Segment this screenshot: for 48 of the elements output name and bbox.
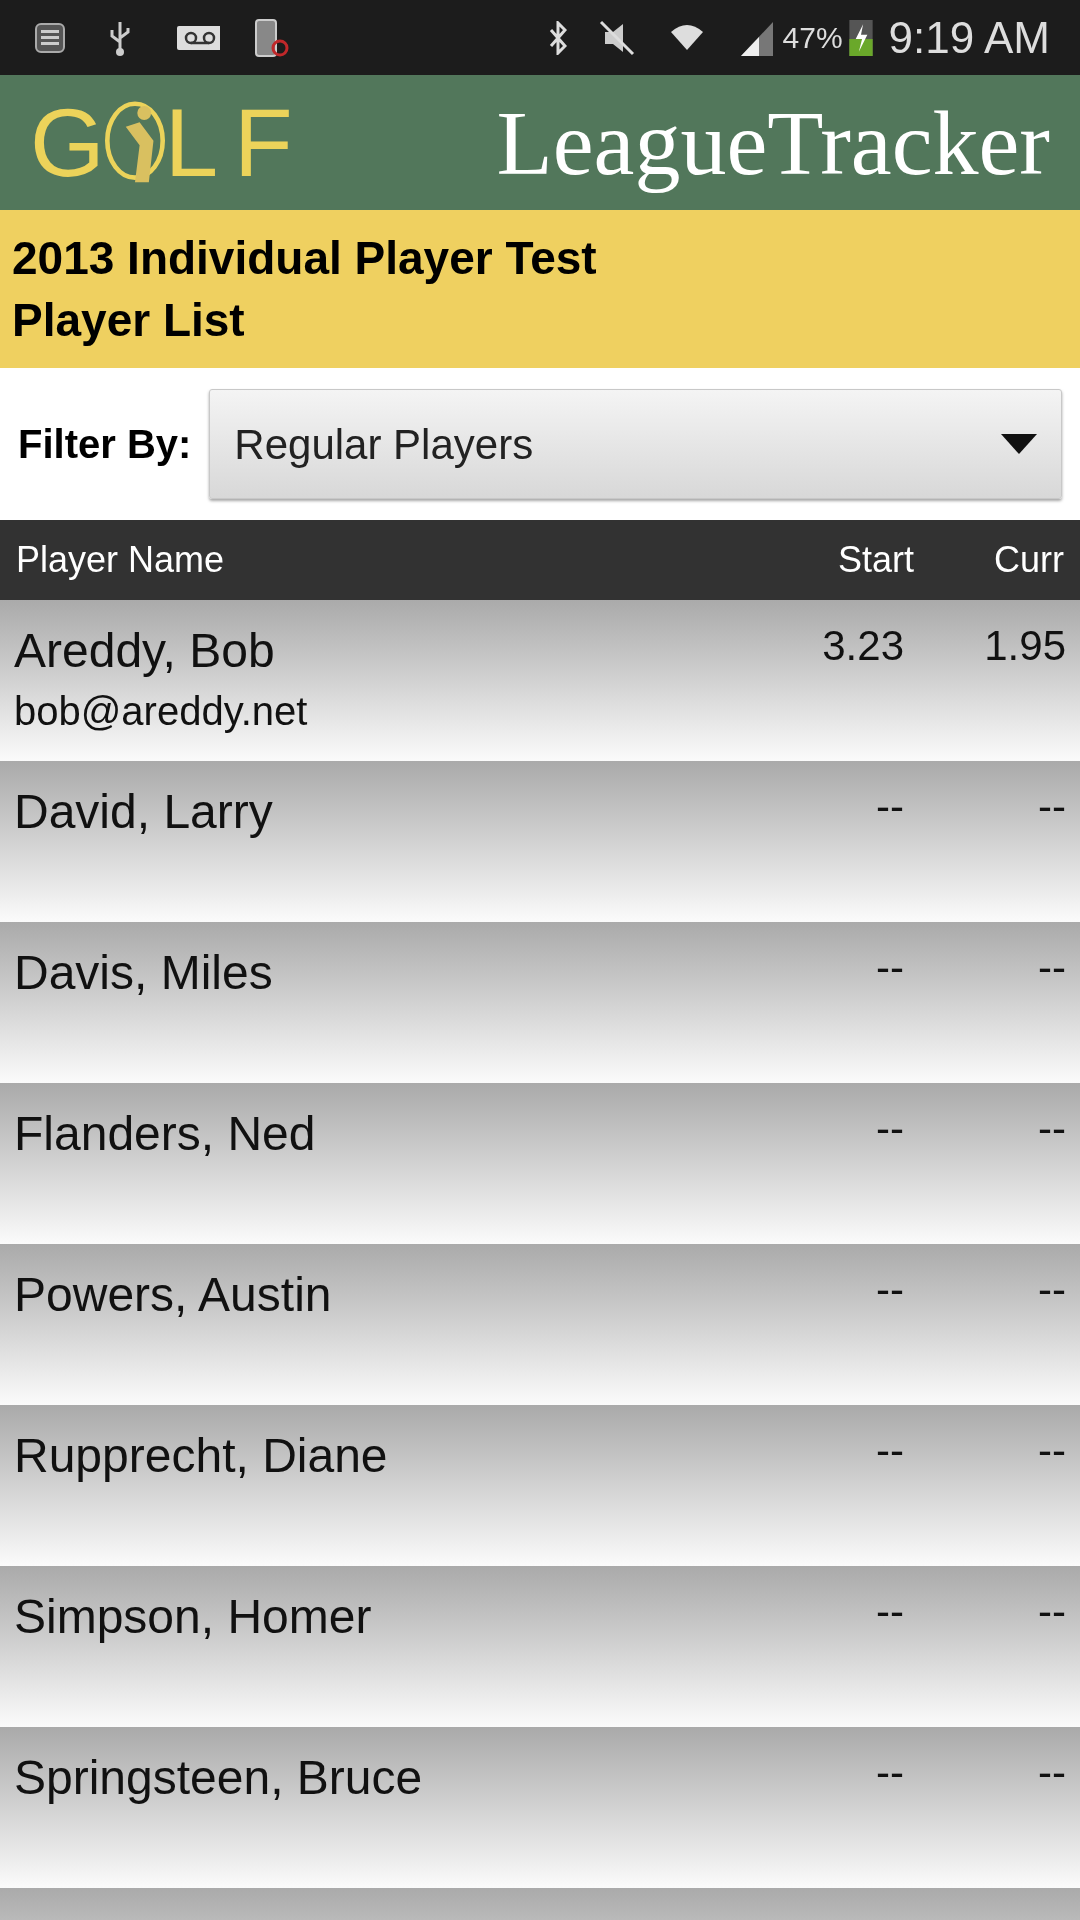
filter-label: Filter By: [18,421,192,468]
league-title: 2013 Individual Player Test [12,231,598,286]
player-row[interactable]: Davis, Miles -- -- [0,922,1080,1083]
logo-letters: LF [164,94,309,191]
clock: 9:19 AM [888,11,1050,64]
curr-value: -- [1037,1748,1066,1798]
battery-icon [848,19,873,56]
start-value: -- [875,1104,905,1154]
curr-value: -- [1037,1426,1066,1476]
player-name: Simpson, Homer [14,1589,373,1645]
player-name: Flanders, Ned [14,1106,317,1162]
column-header: Start [836,538,914,582]
column-header: Player Name [16,538,226,582]
curr-value: 1.95 [983,621,1066,671]
player-name: David, Larry [14,784,274,840]
bluetooth-icon [548,20,567,55]
logo-letter: G [30,94,105,191]
player-row[interactable]: Areddy, Bob bob@areddy.net 3.23 1.95 [0,600,1080,761]
player-email: bob@areddy.net [14,688,309,735]
player-name: Powers, Austin [14,1267,333,1323]
start-value: -- [875,943,905,993]
start-value: -- [875,1587,905,1637]
player-row[interactable]: Flanders, Ned -- -- [0,1083,1080,1244]
curr-value: -- [1037,782,1066,832]
app-title: LeagueTracker [496,90,1050,196]
start-value: 3.23 [821,621,905,671]
start-value: -- [875,1748,905,1798]
player-row[interactable]: David, Larry -- -- [0,761,1080,922]
player-row[interactable]: Rupprecht, Diane -- -- [0,1405,1080,1566]
battery-percent: 47% [782,20,843,56]
caret-icon [1001,434,1037,454]
start-value: -- [875,782,905,832]
player-row[interactable]: Springsteen, Bruce -- -- [0,1727,1080,1888]
start-value: -- [875,1426,905,1476]
column-header: Curr [993,538,1064,582]
player-name: Davis, Miles [14,945,274,1001]
player-name: Areddy, Bob [14,623,276,679]
player-name: Springsteen, Bruce [14,1750,424,1806]
curr-value: -- [1037,943,1066,993]
filter-dropdown[interactable]: Regular Players [209,389,1062,499]
curr-value: -- [1037,1587,1066,1637]
page-subtitle: Player List [12,293,246,348]
player-row[interactable]: Simpson, Homer -- -- [0,1566,1080,1727]
player-row[interactable]: Powers, Austin -- -- [0,1244,1080,1405]
curr-value: -- [1037,1104,1066,1154]
player-name: Rupprecht, Diane [14,1428,389,1484]
curr-value: -- [1037,1265,1066,1315]
start-value: -- [875,1265,905,1315]
